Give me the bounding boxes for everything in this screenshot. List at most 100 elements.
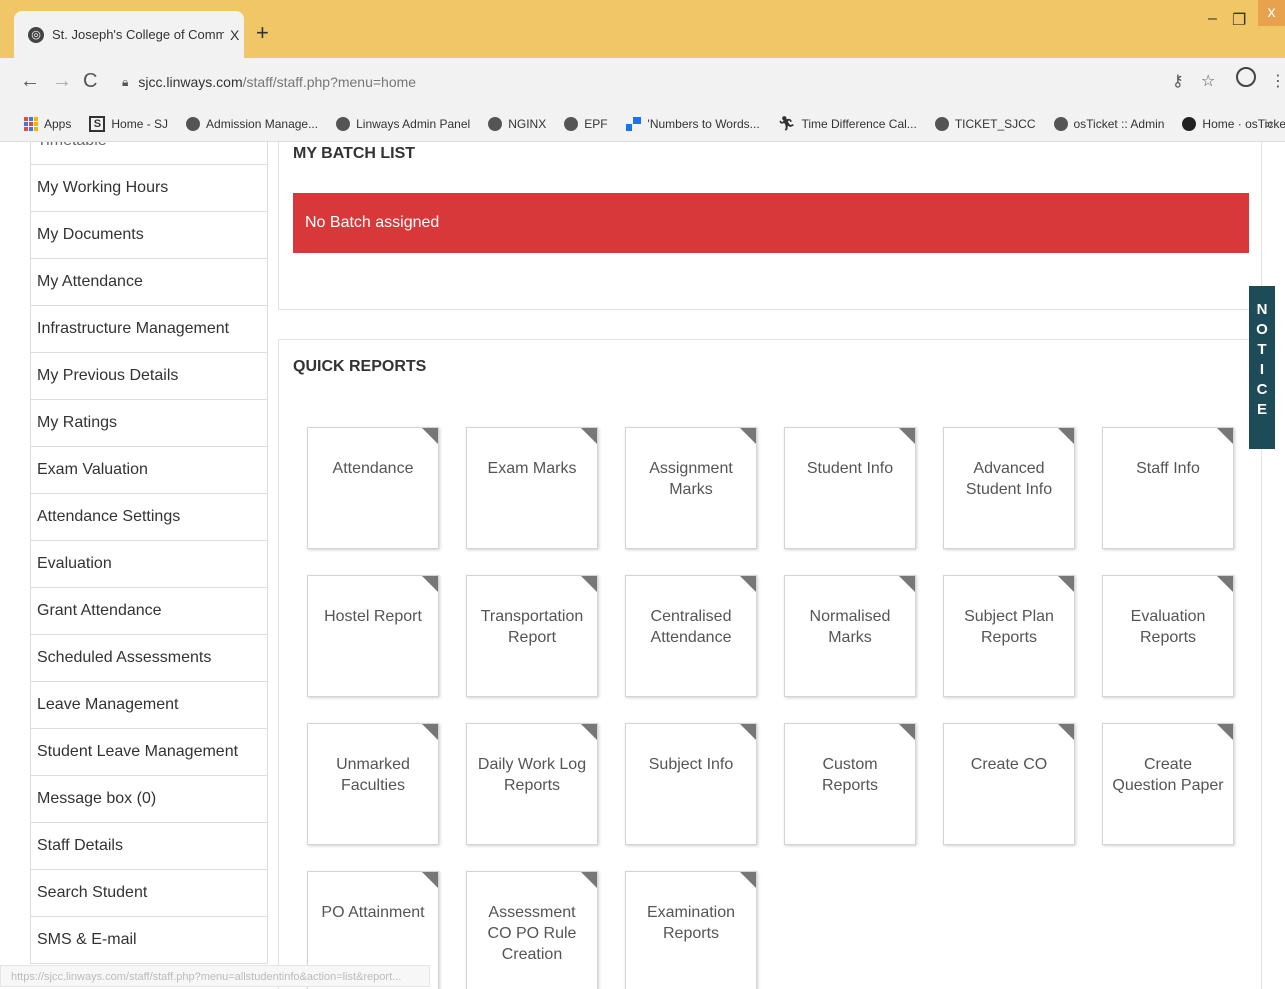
bookmark-item[interactable]: 'Numbers to Words... (625, 116, 760, 131)
report-card[interactable]: Hostel Report (307, 575, 439, 697)
notice-letter: T (1257, 341, 1267, 358)
bookmark-item[interactable]: Apps (24, 116, 72, 131)
runner-icon: 🏃︎ (777, 115, 796, 131)
report-card-label: PO Attainment (321, 904, 425, 921)
address-bar: ← → C 🔒︎ sjcc.linways.com/staff/staff.ph… (0, 58, 1285, 106)
sidebar-item[interactable]: Search Student (30, 870, 268, 917)
menu-dots-icon[interactable]: ⋮ (1270, 71, 1285, 91)
report-card[interactable]: Exam Marks (466, 427, 598, 549)
notice-letter: E (1256, 401, 1267, 418)
bookmark-item[interactable]: S Home - SJ (89, 115, 168, 132)
sidebar-item[interactable]: My Documents (30, 212, 268, 259)
bookmark-item[interactable]: Admission Manage... (186, 116, 319, 131)
new-tab-button[interactable]: + (256, 20, 269, 46)
sidebar-item[interactable]: Grant Attendance (30, 588, 268, 635)
corner-fold-icon (422, 724, 438, 740)
back-arrow-icon[interactable]: ← (20, 70, 40, 93)
tab-title: St. Joseph's College of Commerc (52, 27, 224, 42)
report-card[interactable]: Staff Info (1102, 427, 1234, 549)
report-card[interactable]: Centralised Attendance (625, 575, 757, 697)
bookmark-item[interactable]: NGINX (488, 116, 546, 131)
report-card[interactable]: Custom Reports (784, 723, 916, 845)
report-card[interactable]: Advanced Student Info (943, 427, 1075, 549)
tab-close-icon[interactable]: X (230, 27, 239, 43)
report-card[interactable]: Create Question Paper (1102, 723, 1234, 845)
report-card[interactable]: Examination Reports (625, 871, 757, 989)
reload-icon[interactable]: C (83, 70, 97, 93)
sidebar-item[interactable]: Scheduled Assessments (30, 635, 268, 682)
report-card-label: Normalised Marks (809, 608, 891, 646)
apps-grid-icon (24, 116, 38, 131)
report-card[interactable]: Evaluation Reports (1102, 575, 1234, 697)
minimize-button[interactable]: – (1208, 10, 1217, 28)
report-card[interactable]: Subject Info (625, 723, 757, 845)
bookmark-item[interactable]: 🏃︎ Time Difference Cal... (778, 115, 917, 132)
sidebar-item[interactable]: My Attendance (30, 259, 268, 306)
report-card-label: Create CO (970, 756, 1048, 773)
url-input[interactable]: 🔒︎ sjcc.linways.com/staff/staff.php?menu… (112, 64, 1262, 100)
corner-fold-icon (1217, 576, 1233, 592)
sidebar-item[interactable]: My Working Hours (30, 165, 268, 212)
sidebar-item[interactable]: Staff Details (30, 823, 268, 870)
bookmark-item[interactable]: TICKET_SJCC (934, 116, 1036, 131)
report-card-label: Hostel Report (324, 608, 422, 625)
corner-fold-icon (581, 724, 597, 740)
key-icon[interactable]: ⚷ (1172, 71, 1184, 91)
report-card-label: Unmarked Faculties (336, 756, 410, 794)
sidebar-item[interactable]: Message box (0) (30, 776, 268, 823)
bookmark-label: TICKET_SJCC (954, 116, 1036, 131)
notice-tab[interactable]: NOTICE (1249, 286, 1275, 449)
sidebar-item[interactable]: Leave Management (30, 682, 268, 729)
corner-fold-icon (581, 576, 597, 592)
report-card-label: Assignment Marks (649, 460, 733, 498)
corner-fold-icon (899, 576, 915, 592)
globe-icon (1053, 116, 1068, 131)
report-card[interactable]: Subject Plan Reports (943, 575, 1075, 697)
globe-icon (488, 116, 503, 131)
corner-fold-icon (1217, 428, 1233, 444)
maximize-button[interactable]: ❐ (1232, 10, 1246, 30)
sidebar-item-timetable[interactable]: Timetable (30, 142, 268, 165)
sidebar-item[interactable]: Attendance Settings (30, 494, 268, 541)
report-card-label: Create Question Paper (1112, 756, 1224, 794)
forward-arrow-icon[interactable]: → (52, 70, 72, 93)
report-card-label: Attendance (332, 460, 414, 477)
browser-tab[interactable]: ◎ St. Joseph's College of Commerc X (14, 11, 244, 58)
sidebar-item[interactable]: My Previous Details (30, 353, 268, 400)
url-host: sjcc.linways.com (138, 74, 243, 90)
corner-fold-icon (422, 872, 438, 888)
bookmark-item[interactable]: osTicket :: Admin (1053, 116, 1164, 131)
blocks-icon (625, 116, 642, 131)
report-card-label: Staff Info (1136, 460, 1200, 477)
report-card[interactable]: Attendance (307, 427, 439, 549)
sidebar-item[interactable]: SMS & E-mail (30, 917, 268, 964)
bookmark-item[interactable]: EPF (564, 116, 608, 131)
sidebar-item[interactable]: Infrastructure Management (30, 306, 268, 353)
report-card[interactable]: Assignment Marks (625, 427, 757, 549)
corner-fold-icon (740, 428, 756, 444)
report-card[interactable]: Unmarked Faculties (307, 723, 439, 845)
profile-icon[interactable] (1236, 67, 1256, 87)
report-card-label: Evaluation Reports (1130, 608, 1206, 646)
report-card[interactable]: Normalised Marks (784, 575, 916, 697)
bookmarks-more-button[interactable]: » (1266, 116, 1273, 131)
report-card[interactable]: Assessment CO PO Rule Creation (466, 871, 598, 989)
bookmark-label: Apps (44, 116, 72, 131)
close-window-button[interactable]: x (1258, 0, 1285, 26)
bookmark-item[interactable]: Linways Admin Panel (336, 116, 470, 131)
notice-letter: O (1256, 321, 1268, 338)
report-card[interactable]: Daily Work Log Reports (466, 723, 598, 845)
report-card-label: Exam Marks (487, 460, 577, 477)
report-card[interactable]: Student Info (784, 427, 916, 549)
report-card[interactable]: Create CO (943, 723, 1075, 845)
report-card[interactable]: Transportation Report (466, 575, 598, 697)
sidebar-item[interactable]: My Ratings (30, 400, 268, 447)
bookmark-label: Admission Manage... (206, 116, 319, 131)
sidebar-item[interactable]: Evaluation (30, 541, 268, 588)
sidebar-item[interactable]: Exam Valuation (30, 447, 268, 494)
sidebar-item[interactable]: Student Leave Management (30, 729, 268, 776)
globe-icon (564, 116, 579, 131)
star-icon[interactable]: ☆ (1201, 71, 1215, 91)
lock-icon: 🔒︎ (122, 74, 129, 89)
quick-reports-panel: QUICK REPORTS Attendance Exam Marks Assign… (278, 339, 1262, 989)
